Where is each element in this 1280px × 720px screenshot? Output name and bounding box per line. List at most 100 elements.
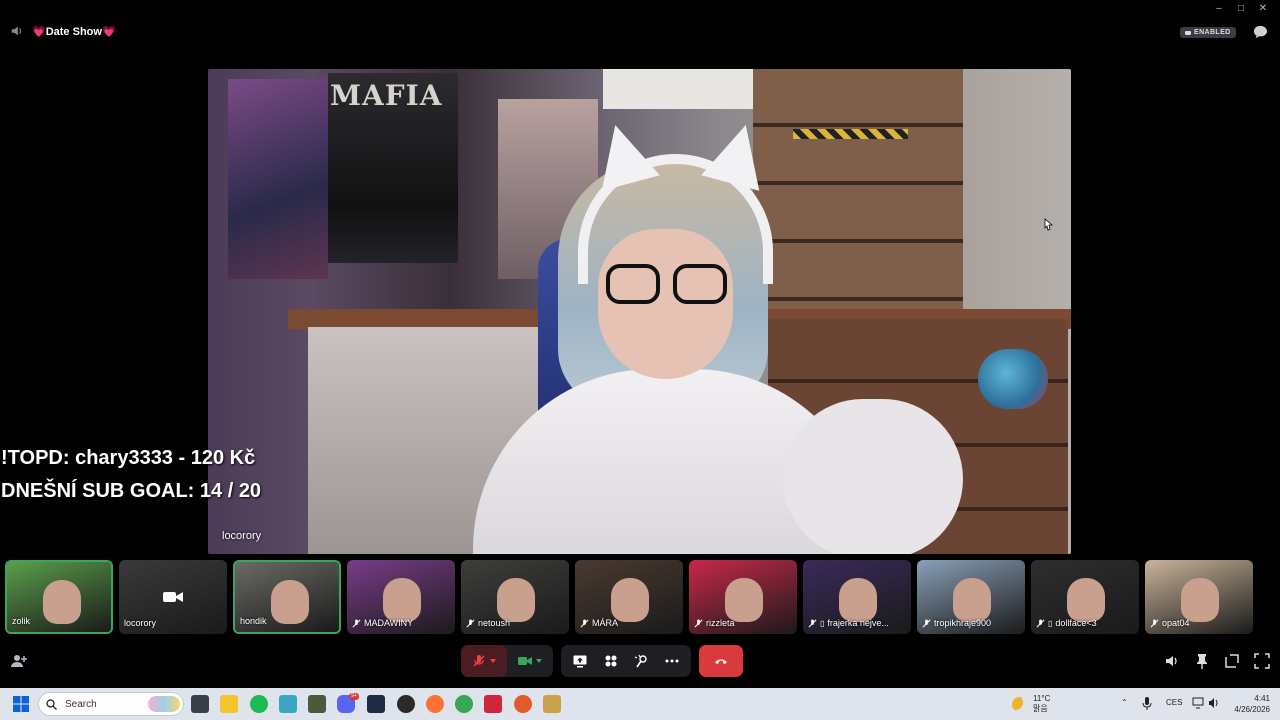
mute-toggle-button[interactable] bbox=[461, 645, 507, 677]
spotify-icon[interactable] bbox=[250, 695, 268, 713]
windows-start-icon[interactable] bbox=[13, 696, 29, 712]
participant-name: MÁRA bbox=[592, 618, 619, 628]
file-explorer-icon[interactable] bbox=[220, 695, 238, 713]
weather-widget[interactable]: 11°C 맑음 bbox=[1012, 694, 1050, 714]
participant-tile[interactable]: zolik bbox=[5, 560, 113, 634]
participant-name: zolik bbox=[12, 616, 31, 626]
popout-icon[interactable] bbox=[1224, 653, 1240, 669]
league-of-legends-icon[interactable] bbox=[308, 695, 326, 713]
disconnect-button[interactable] bbox=[699, 645, 743, 677]
window-controls: – □ ✕ bbox=[1210, 2, 1272, 16]
participant-name-label: hondik bbox=[240, 616, 267, 626]
video-wall-text: MAFIA bbox=[330, 79, 443, 112]
video-drawers bbox=[753, 69, 963, 309]
participant-tile[interactable]: netoush bbox=[461, 560, 569, 634]
participant-tile[interactable]: MÁRA bbox=[575, 560, 683, 634]
participant-name-label: ▯ dollface<3 bbox=[1036, 618, 1097, 628]
participant-name: netoush bbox=[478, 618, 511, 628]
moon-icon bbox=[1012, 696, 1027, 712]
main-stream-video[interactable]: MAFIA bbox=[208, 69, 1071, 554]
enabled-badge-label: ENABLED bbox=[1194, 29, 1231, 36]
firefox-icon[interactable] bbox=[426, 695, 444, 713]
participant-tile[interactable]: ▯ frajerka nejve... bbox=[803, 560, 911, 634]
obs-icon[interactable] bbox=[397, 695, 415, 713]
participant-face bbox=[383, 578, 421, 622]
discord-notification-badge: 9+ bbox=[349, 693, 359, 700]
enabled-badge[interactable]: ENABLED bbox=[1180, 27, 1236, 38]
soundboard-button[interactable] bbox=[630, 650, 652, 672]
participant-name: locorory bbox=[124, 618, 157, 628]
search-placeholder: Search bbox=[65, 698, 97, 710]
activities-button[interactable] bbox=[600, 650, 622, 672]
mic-muted-icon bbox=[473, 655, 485, 667]
app-icon[interactable] bbox=[484, 695, 502, 713]
participant-tile[interactable]: rizzleta bbox=[689, 560, 797, 634]
participant-name: tropikhraje900 bbox=[934, 618, 992, 628]
more-button[interactable] bbox=[661, 650, 683, 672]
participant-face bbox=[953, 578, 991, 622]
participant-tile[interactable]: tropikhraje900 bbox=[917, 560, 1025, 634]
participant-name-label: locorory bbox=[124, 618, 156, 628]
camera-toggle-button[interactable] bbox=[507, 645, 553, 677]
mic-muted-icon bbox=[922, 618, 931, 627]
mouse-cursor-icon bbox=[1044, 218, 1054, 231]
volume-icon[interactable] bbox=[1208, 697, 1220, 709]
participant-face bbox=[1181, 578, 1219, 622]
app-icon[interactable] bbox=[543, 695, 561, 713]
participant-name-label: tropikhraje900 bbox=[922, 618, 991, 628]
screen-share-icon bbox=[573, 655, 587, 667]
participant-face bbox=[1067, 578, 1105, 622]
mic-muted-icon bbox=[694, 618, 703, 627]
app-icon[interactable] bbox=[367, 695, 385, 713]
mic-camera-group bbox=[461, 645, 553, 677]
windows-taskbar: Search 9+ 11°C 맑음 ⌃ CES 4:41 4/26/2026 bbox=[0, 688, 1280, 720]
chat-bubble-icon[interactable] bbox=[1253, 25, 1268, 39]
participant-tile[interactable]: ▯ dollface<3 bbox=[1031, 560, 1139, 634]
firefox-icon[interactable] bbox=[514, 695, 532, 713]
language-indicator[interactable]: CES bbox=[1166, 698, 1182, 707]
participant-name: rizzleta bbox=[706, 618, 735, 628]
fullscreen-icon[interactable] bbox=[1254, 653, 1270, 669]
taskbar-search-box[interactable]: Search bbox=[38, 692, 184, 716]
volume-icon[interactable] bbox=[1164, 653, 1180, 669]
discord-stage-window: 💗Date Show💗 – □ ✕ ENABLED MAFIA locorory… bbox=[0, 0, 1280, 688]
screen-share-button[interactable] bbox=[569, 650, 591, 672]
activities-icon bbox=[605, 655, 617, 667]
participant-face bbox=[611, 578, 649, 622]
app-icon[interactable] bbox=[279, 695, 297, 713]
mic-muted-icon bbox=[808, 618, 817, 627]
participant-name: dollface<3 bbox=[1055, 618, 1097, 628]
minimize-icon[interactable]: – bbox=[1210, 2, 1228, 16]
clock-time: 4:41 bbox=[1254, 694, 1270, 703]
channel-title-area: 💗Date Show💗 bbox=[10, 24, 116, 38]
system-clock[interactable]: 4:41 4/26/2026 bbox=[1228, 693, 1270, 715]
weather-temp: 11°C bbox=[1033, 694, 1051, 703]
mobile-icon: ▯ bbox=[820, 618, 825, 628]
camera-on-icon bbox=[518, 657, 532, 665]
participant-tile[interactable]: locorory bbox=[119, 560, 227, 634]
weather-desc: 맑음 bbox=[1033, 704, 1048, 713]
stream-username-label: locorory bbox=[222, 530, 262, 542]
chrome-icon[interactable] bbox=[455, 695, 473, 713]
chevron-down-icon[interactable] bbox=[536, 659, 542, 663]
pin-icon[interactable] bbox=[1194, 653, 1210, 669]
participant-tile[interactable]: hondik bbox=[233, 560, 341, 634]
network-icon[interactable] bbox=[1192, 697, 1204, 709]
speaker-icon bbox=[11, 26, 22, 36]
participant-name: hondik bbox=[240, 616, 267, 626]
maximize-icon[interactable]: □ bbox=[1232, 2, 1250, 16]
heart-icon: 💗 bbox=[101, 25, 116, 38]
video-poster bbox=[228, 79, 328, 279]
task-view-icon[interactable] bbox=[191, 695, 209, 713]
chevron-down-icon[interactable] bbox=[490, 659, 496, 663]
close-icon[interactable]: ✕ bbox=[1254, 2, 1272, 16]
participant-face bbox=[839, 578, 877, 622]
mic-muted-icon bbox=[352, 618, 361, 627]
chevron-up-icon[interactable]: ⌃ bbox=[1121, 698, 1128, 707]
microphone-icon[interactable] bbox=[1142, 697, 1152, 710]
participant-tile[interactable]: MADAWINY bbox=[347, 560, 455, 634]
invite-icon[interactable] bbox=[11, 654, 27, 668]
mic-muted-icon bbox=[466, 618, 475, 627]
participant-name-label: rizzleta bbox=[694, 618, 735, 628]
participant-tile[interactable]: opat04 bbox=[1145, 560, 1253, 634]
